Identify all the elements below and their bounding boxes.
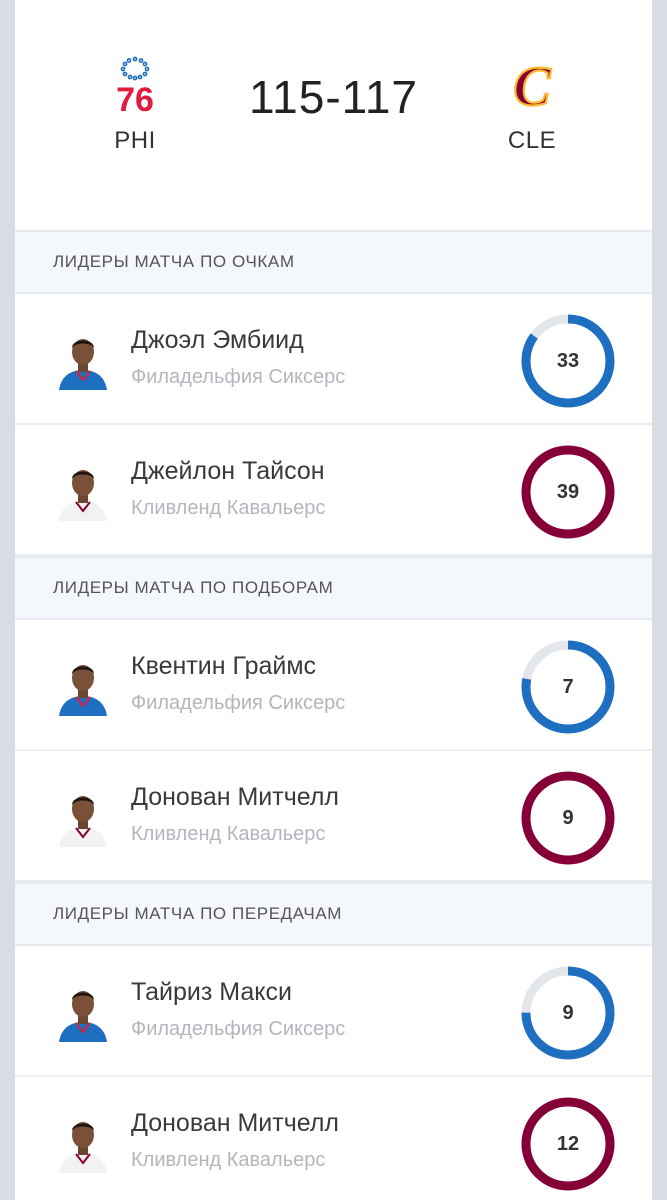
- player-avatar: [59, 1122, 107, 1173]
- cavaliers-logo: C: [512, 55, 552, 115]
- player-row[interactable]: Донован Митчелл Кливленд Кавальерс 12: [15, 1077, 652, 1200]
- player-avatar: [59, 665, 107, 716]
- player-row[interactable]: Джейлон Тайсон Кливленд Кавальерс 39: [15, 425, 652, 556]
- stat-value: 9: [562, 806, 574, 829]
- stat-value: 12: [556, 1132, 580, 1155]
- game-card: 76 PHI 115-117 C CLE ЛИДЕРЫ МАТЧА ПО ОЧК…: [15, 0, 652, 1200]
- player-team: Кливленд Кавальерс: [131, 823, 326, 845]
- stat-ring: 9: [519, 769, 617, 867]
- player-row[interactable]: Квентин Граймс Филадельфия Сиксерс 7: [15, 620, 652, 751]
- game-header: 76 PHI 115-117 C CLE: [15, 0, 652, 230]
- player-name: Донован Митчелл: [131, 783, 339, 811]
- player-row[interactable]: Донован Митчелл Кливленд Кавальерс 9: [15, 751, 652, 882]
- player-row[interactable]: Джоэл Эмбиид Филадельфия Сиксерс 33: [15, 294, 652, 425]
- player-team: Филадельфия Сиксерс: [131, 366, 346, 388]
- section-header: ЛИДЕРЫ МАТЧА ПО ОЧКАМ: [15, 230, 652, 294]
- section-header: ЛИДЕРЫ МАТЧА ПО ПЕРЕДАЧАМ: [15, 882, 652, 946]
- player-name: Квентин Граймс: [131, 652, 317, 680]
- leaders-list: ЛИДЕРЫ МАТЧА ПО ОЧКАМ Джоэл Эмбиид Филадел…: [15, 230, 652, 1200]
- player-name: Донован Митчелл: [131, 1109, 339, 1137]
- svg-text:C: C: [513, 56, 551, 115]
- player-name: Тайриз Макси: [131, 978, 292, 1006]
- stat-value: 33: [556, 349, 580, 372]
- away-team[interactable]: C CLE: [492, 55, 572, 155]
- stat-ring: 12: [519, 1095, 617, 1193]
- stat-ring: 9: [519, 964, 617, 1062]
- player-team: Кливленд Кавальерс: [131, 1149, 326, 1171]
- player-avatar: [59, 991, 107, 1042]
- section-header: ЛИДЕРЫ МАТЧА ПО ПОДБОРАМ: [15, 556, 652, 620]
- player-avatar: [59, 339, 107, 390]
- player-name: Джоэл Эмбиид: [131, 326, 304, 354]
- player-team: Филадельфия Сиксерс: [131, 1018, 346, 1040]
- stat-value: 39: [556, 480, 580, 503]
- away-team-abbr: CLE: [507, 127, 557, 154]
- player-team: Кливленд Кавальерс: [131, 497, 326, 519]
- player-name: Джейлон Тайсон: [131, 457, 325, 485]
- stat-value: 7: [562, 675, 574, 698]
- stat-ring: 39: [519, 443, 617, 541]
- player-row[interactable]: Тайриз Макси Филадельфия Сиксерс 9: [15, 946, 652, 1077]
- stat-value: 9: [562, 1001, 574, 1024]
- player-avatar: [59, 470, 107, 521]
- player-team: Филадельфия Сиксерс: [131, 692, 346, 714]
- stat-ring: 7: [519, 638, 617, 736]
- home-team-abbr: PHI: [114, 127, 156, 154]
- player-avatar: [59, 796, 107, 847]
- stat-ring: 33: [519, 312, 617, 410]
